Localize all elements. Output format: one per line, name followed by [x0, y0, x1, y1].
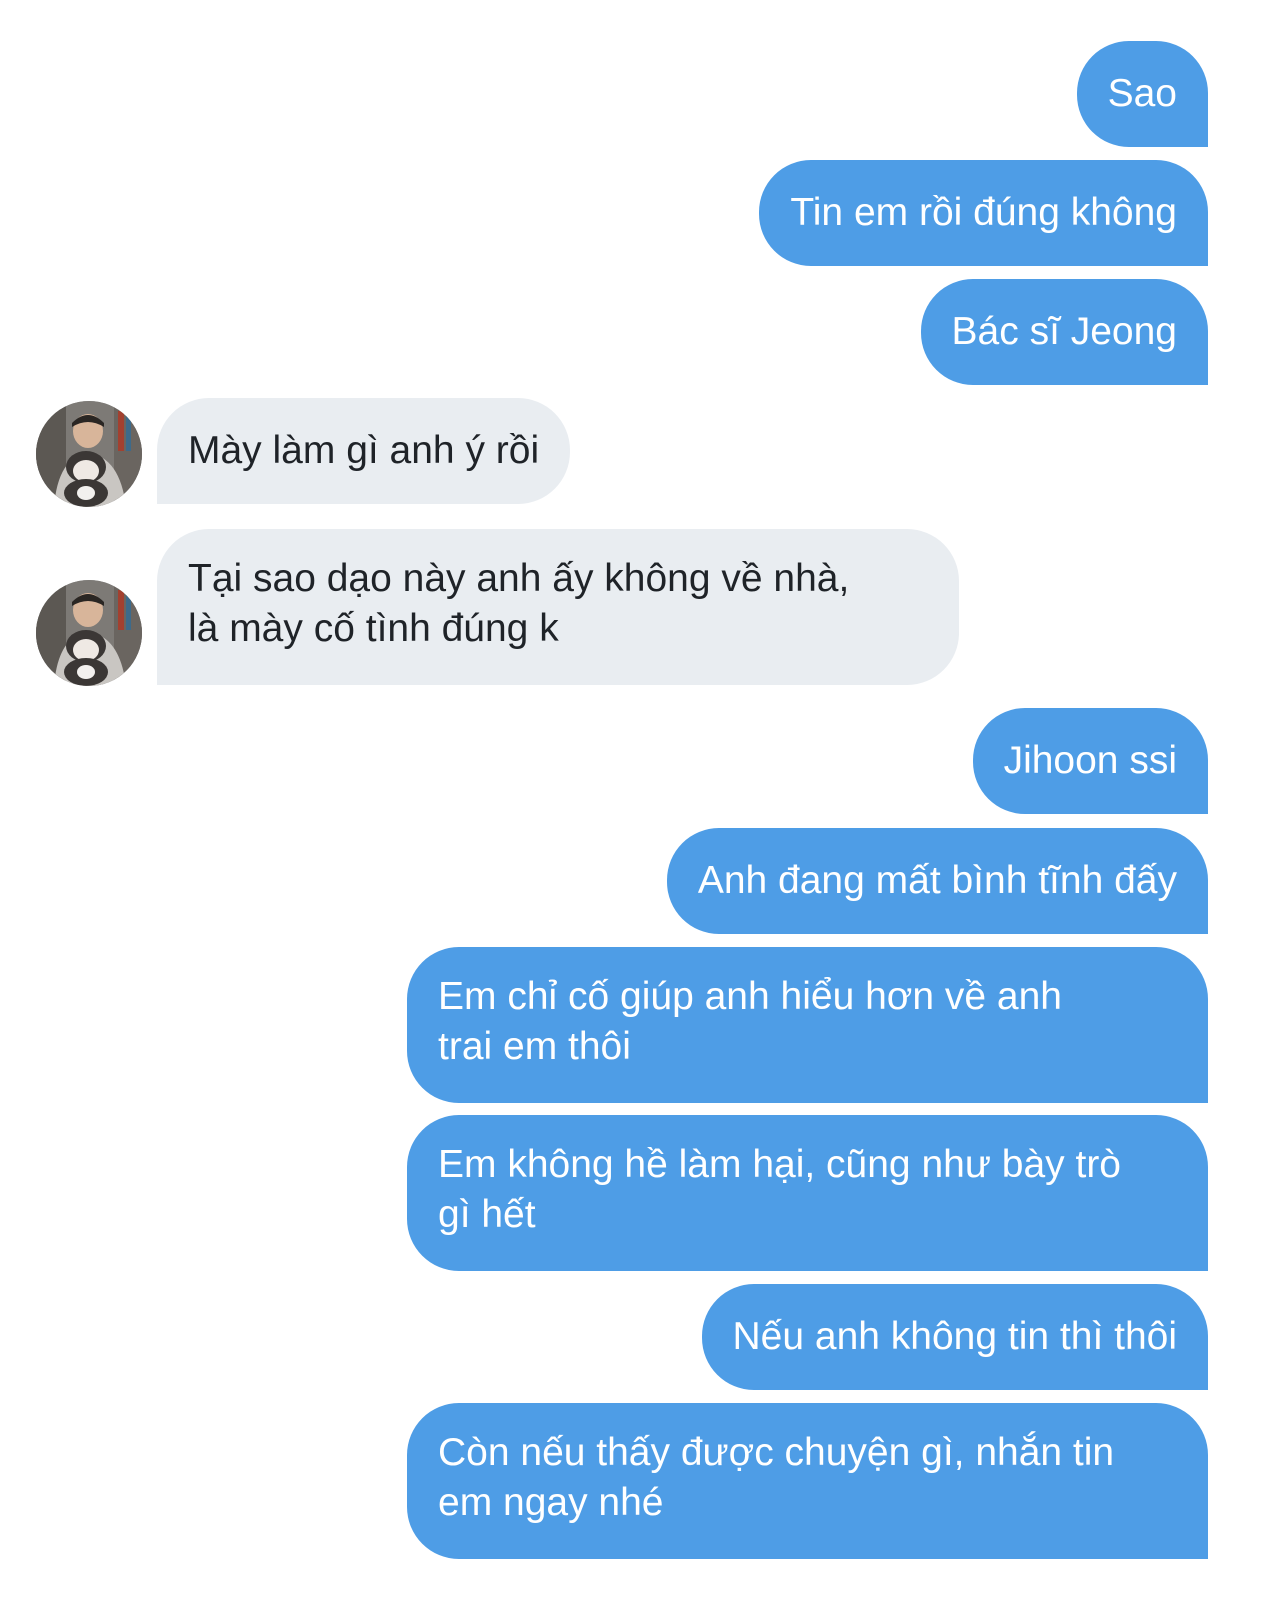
outgoing-message-bubble[interactable]: Nếu anh không tin thì thôi	[701, 1284, 1208, 1390]
outgoing-message-bubble[interactable]: Em không hề làm hại, cũng như bày trò gì…	[407, 1115, 1208, 1271]
contact-avatar-photo	[36, 401, 142, 507]
outgoing-message-bubble[interactable]: Sao	[1076, 41, 1208, 147]
contact-avatar[interactable]	[36, 580, 142, 686]
contact-avatar-photo	[36, 580, 142, 686]
message-thread[interactable]: Sao Tin em rồi đúng không Bác sĩ Jeong M…	[0, 0, 1284, 1620]
outgoing-message-bubble[interactable]: Còn nếu thấy được chuyện gì, nhắn tin em…	[407, 1403, 1208, 1559]
outgoing-message-bubble[interactable]: Tin em rồi đúng không	[759, 160, 1208, 266]
outgoing-message-bubble[interactable]: Jihoon ssi	[972, 708, 1208, 814]
incoming-message-bubble[interactable]: Tại sao dạo này anh ấy không về nhà, là …	[157, 529, 959, 685]
contact-avatar[interactable]	[36, 401, 142, 507]
outgoing-message-bubble[interactable]: Em chỉ cố giúp anh hiểu hơn về anh trai …	[407, 947, 1208, 1103]
incoming-message-bubble[interactable]: Mày làm gì anh ý rồi	[157, 398, 571, 504]
outgoing-message-bubble[interactable]: Anh đang mất bình tĩnh đấy	[666, 828, 1208, 934]
outgoing-message-bubble[interactable]: Bác sĩ Jeong	[920, 279, 1208, 385]
